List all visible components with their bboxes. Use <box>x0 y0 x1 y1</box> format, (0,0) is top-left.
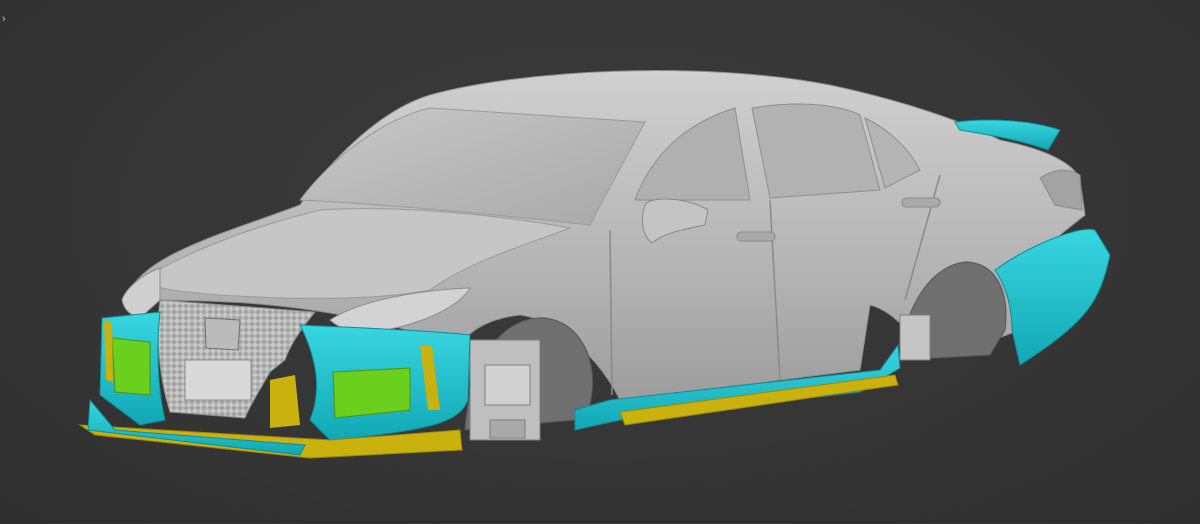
rear-side-window <box>751 103 881 199</box>
car-3d-model[interactable] <box>0 0 1200 524</box>
center-accent <box>270 375 300 428</box>
viewport-border <box>0 521 1200 522</box>
3d-viewport[interactable]: › <box>0 0 1200 524</box>
right-fog-insert <box>332 367 411 419</box>
plate-mount <box>184 359 252 401</box>
front-brake-assembly <box>469 339 541 441</box>
left-fog-insert <box>111 337 151 396</box>
rear-brake-assembly <box>899 314 931 361</box>
front-door-handle <box>736 231 776 242</box>
grille-emblem <box>204 317 241 351</box>
rear-door-handle <box>901 197 941 208</box>
